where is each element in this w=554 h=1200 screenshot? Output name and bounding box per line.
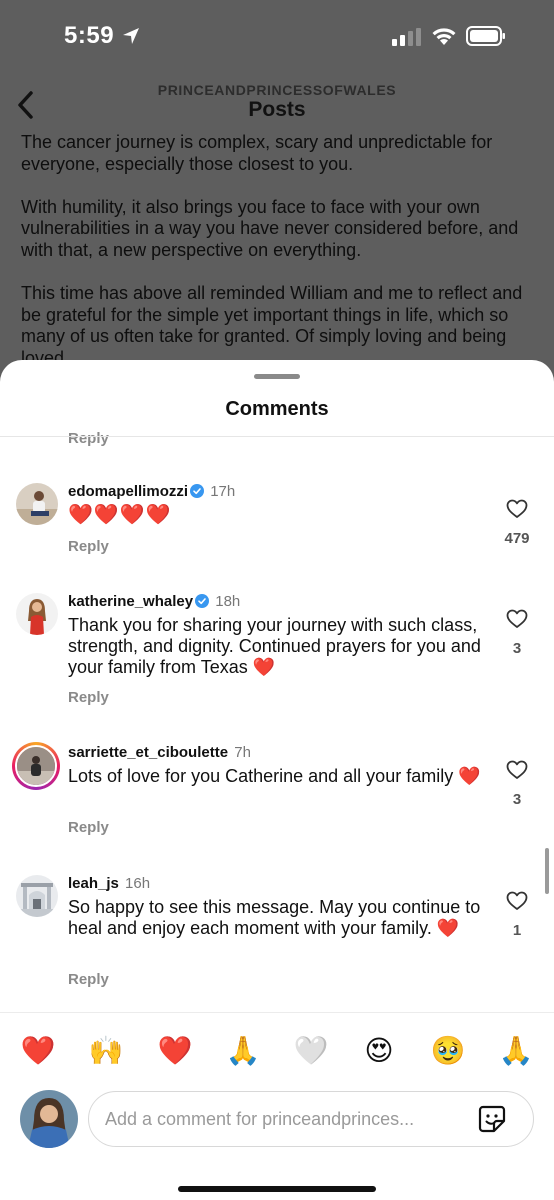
like-count: 3 <box>512 791 522 808</box>
current-user-avatar <box>20 1090 78 1148</box>
cellular-signal-icon <box>392 28 421 46</box>
home-indicator <box>178 1186 376 1192</box>
top-navigation: PRINCEANDPRINCESSOFWALES Posts <box>0 76 554 132</box>
emoji-red-heart[interactable]: ❤️ <box>18 1031 58 1071</box>
comment-meta: leah_js 16h <box>68 875 150 893</box>
emoji-heart-eyes[interactable]: 😍 <box>359 1031 399 1071</box>
verified-badge-icon <box>190 484 205 498</box>
caption-paragraph: The cancer journey is complex, scary and… <box>21 132 493 174</box>
comment-input-container <box>88 1091 534 1147</box>
avatar-photo <box>16 483 58 525</box>
comment-username[interactable]: sarriette_et_ciboulette <box>68 744 228 761</box>
drag-handle[interactable] <box>254 374 300 379</box>
reply-button[interactable]: Reply <box>68 689 109 706</box>
avatar[interactable] <box>16 875 58 917</box>
location-arrow-icon <box>123 28 139 44</box>
heart-outline-icon[interactable] <box>506 609 528 629</box>
reply-button[interactable]: Reply <box>68 538 109 555</box>
emoji-folded-hands[interactable]: 🙏 <box>496 1031 536 1071</box>
comment-username[interactable]: katherine_whaley <box>68 593 193 610</box>
status-time: 5:59 <box>64 22 115 49</box>
emoji-raised-hands[interactable]: 🙌 <box>86 1031 126 1071</box>
account-name: PRINCEANDPRINCESSOFWALES <box>157 82 397 98</box>
emoji-white-heart[interactable]: 🤍 <box>291 1031 331 1071</box>
comment-meta: sarriette_et_ciboulette 7h <box>68 744 251 762</box>
heart-outline-icon[interactable] <box>506 760 528 780</box>
comment-time: 17h <box>210 483 236 500</box>
comment-meta: edomapellimozzi 17h <box>68 483 235 501</box>
avatar-inner <box>15 745 57 787</box>
sticker-icon[interactable] <box>477 1104 507 1134</box>
comment-meta: katherine_whaley 18h <box>68 593 240 611</box>
like-count: 479 <box>504 530 530 547</box>
caption-paragraph: With humility, it also brings you face t… <box>21 196 519 260</box>
comments-sheet: Comments Reply edomapellimozzi 17h ❤️❤️❤… <box>0 360 554 1200</box>
emoji-folded-hands[interactable]: 🙏 <box>223 1031 263 1071</box>
comment-time: 18h <box>215 593 241 610</box>
comments-list[interactable]: edomapellimozzi 17h ❤️❤️❤️❤️ Reply 479 k… <box>0 437 554 1012</box>
comment-time: 16h <box>125 875 151 892</box>
emoji-red-heart[interactable]: ❤️ <box>155 1031 195 1071</box>
avatar-photo <box>16 875 58 917</box>
avatar-photo <box>16 593 58 635</box>
avatar-photo <box>17 747 55 785</box>
like-count: 1 <box>512 922 522 939</box>
avatar-photo <box>20 1090 78 1148</box>
comment-composer <box>0 1090 554 1200</box>
avatar-with-story-ring[interactable] <box>12 742 60 790</box>
sheet-title: Comments <box>225 398 329 420</box>
status-bar: 5:59 <box>0 0 554 70</box>
comment-time: 7h <box>234 744 251 761</box>
caption-paragraph: This time has above all reminded William… <box>21 283 523 368</box>
page-title: Posts <box>248 98 306 121</box>
battery-icon <box>466 26 505 46</box>
avatar[interactable] <box>16 593 58 635</box>
comment-username[interactable]: edomapellimozzi <box>68 483 188 500</box>
emoji-holding-back-tears[interactable]: 🥹 <box>428 1031 468 1071</box>
reply-button[interactable]: Reply <box>68 819 109 836</box>
heart-outline-icon[interactable] <box>506 499 528 519</box>
post-background: 5:59 PRINCEANDPRINCESSOFWALES Posts The <box>0 0 554 400</box>
post-caption: The cancer journey is complex, scary and… <box>21 132 541 391</box>
heart-outline-icon[interactable] <box>506 891 528 911</box>
wifi-icon <box>432 28 456 45</box>
emoji-reaction-bar: ❤️ 🙌 ❤️ 🙏 🤍 😍 🥹 🙏 <box>0 1012 554 1090</box>
comment-input[interactable] <box>105 1104 465 1134</box>
reply-button[interactable]: Reply <box>68 971 109 988</box>
avatar[interactable] <box>16 483 58 525</box>
comment-text: So happy to see this message. May you co… <box>68 897 481 938</box>
comment-username[interactable]: leah_js <box>68 875 119 892</box>
like-count: 3 <box>512 640 522 657</box>
comment-text: ❤️❤️❤️❤️ <box>68 504 172 526</box>
comment-text: Lots of love for you Catherine and all y… <box>68 766 481 786</box>
comment-text: Thank you for sharing your journey with … <box>68 615 481 677</box>
scrollbar[interactable] <box>545 848 549 894</box>
verified-badge-icon <box>195 594 210 608</box>
